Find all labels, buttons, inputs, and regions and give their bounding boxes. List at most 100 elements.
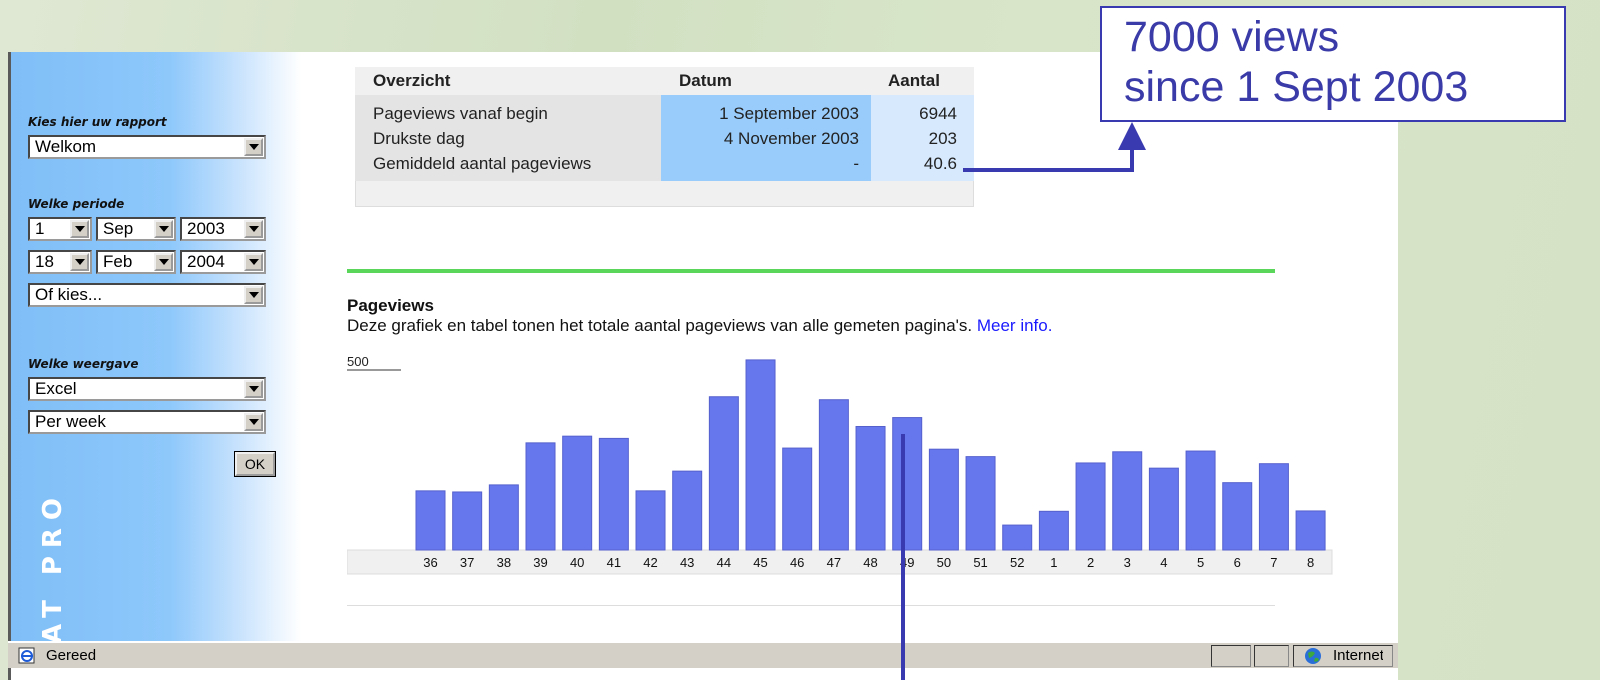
callout-line-2: since 1 Sept 2003 bbox=[1124, 63, 1469, 112]
tick-label: 6 bbox=[1234, 555, 1241, 570]
tick-label: 46 bbox=[790, 555, 804, 570]
tick-label: 37 bbox=[460, 555, 474, 570]
row-count: 6944 bbox=[919, 103, 957, 123]
brand-logo: AT PRO bbox=[33, 490, 73, 644]
row-date: 4 November 2003 bbox=[723, 128, 859, 148]
end-day-select[interactable]: 18 bbox=[28, 250, 92, 274]
tick-label: 43 bbox=[680, 555, 694, 570]
tick-label: 38 bbox=[497, 555, 511, 570]
tick-label: 51 bbox=[973, 555, 987, 570]
bar-week-50 bbox=[928, 448, 959, 551]
ok-button[interactable]: OK bbox=[234, 451, 276, 477]
bar-week-8 bbox=[1295, 510, 1326, 551]
bar-week-43 bbox=[672, 470, 703, 551]
interval-select-value: Per week bbox=[35, 412, 106, 431]
bar-week-48 bbox=[855, 425, 886, 551]
row-label: Gemiddeld aantal pageviews bbox=[373, 153, 592, 173]
tick-label: 49 bbox=[900, 555, 914, 570]
row-count: 40.6 bbox=[923, 153, 957, 173]
tick-label: 52 bbox=[1010, 555, 1024, 570]
bar-week-49 bbox=[892, 417, 923, 551]
end-year-select[interactable]: 2004 bbox=[180, 250, 266, 274]
bar-week-47 bbox=[818, 399, 849, 551]
tick-label: 50 bbox=[937, 555, 951, 570]
chevron-down-icon[interactable] bbox=[154, 253, 173, 271]
bar-week-5 bbox=[1185, 450, 1216, 551]
header-datum: Datum bbox=[679, 71, 732, 90]
bar-week-45 bbox=[745, 359, 776, 551]
start-month-select[interactable]: Sep bbox=[96, 217, 176, 241]
view-select[interactable]: Excel bbox=[28, 377, 266, 401]
bar-week-52 bbox=[1002, 524, 1033, 551]
sidebar: Kies hier uw rapport Welkom Welke period… bbox=[11, 52, 301, 652]
chevron-down-icon[interactable] bbox=[70, 253, 89, 271]
tick-label: 36 bbox=[423, 555, 437, 570]
row-label: Drukste dag bbox=[373, 128, 465, 148]
tick-label: 44 bbox=[717, 555, 731, 570]
preset-select[interactable]: Of kies... bbox=[28, 283, 266, 307]
tick-label: 47 bbox=[827, 555, 841, 570]
chevron-down-icon[interactable] bbox=[154, 220, 173, 238]
chevron-down-icon[interactable] bbox=[244, 286, 263, 304]
row-label: Pageviews vanaf begin bbox=[373, 103, 548, 123]
end-month-select[interactable]: Feb bbox=[96, 250, 176, 274]
chevron-down-icon[interactable] bbox=[244, 220, 263, 238]
tick-label: 42 bbox=[643, 555, 657, 570]
bar-week-36 bbox=[415, 490, 446, 551]
status-cell bbox=[1254, 645, 1289, 667]
chevron-down-icon[interactable] bbox=[244, 413, 263, 431]
period-label: Welke periode bbox=[28, 197, 125, 211]
scale-marker-label: 500 bbox=[347, 354, 369, 369]
header-aantal: Aantal bbox=[888, 71, 940, 90]
start-year-value: 2003 bbox=[187, 219, 225, 238]
chevron-down-icon[interactable] bbox=[244, 253, 263, 271]
ie-page-icon bbox=[18, 647, 35, 664]
pageviews-description: Deze grafiek en tabel tonen het totale a… bbox=[347, 316, 1052, 336]
chevron-down-icon[interactable] bbox=[244, 380, 263, 398]
tick-label: 39 bbox=[533, 555, 547, 570]
view-label: Welke weergave bbox=[28, 357, 139, 371]
globe-icon bbox=[1305, 648, 1321, 664]
bar-week-2 bbox=[1075, 462, 1106, 551]
more-info-link[interactable]: Meer info. bbox=[977, 316, 1053, 335]
tick-label: 1 bbox=[1050, 555, 1057, 570]
start-day-value: 1 bbox=[35, 219, 45, 238]
status-text: Gereed bbox=[46, 647, 97, 664]
tick-label: 5 bbox=[1197, 555, 1204, 570]
section-divider bbox=[347, 269, 1275, 273]
bar-week-4 bbox=[1148, 467, 1179, 551]
callout-line-1: 7000 views bbox=[1124, 13, 1340, 61]
bar-week-40 bbox=[562, 435, 593, 551]
tick-label: 40 bbox=[570, 555, 584, 570]
bar-week-46 bbox=[782, 447, 813, 551]
report-select-value: Welkom bbox=[35, 137, 97, 156]
callout-box: 7000 views since 1 Sept 2003 bbox=[1100, 6, 1566, 122]
tick-label: 8 bbox=[1307, 555, 1314, 570]
start-month-value: Sep bbox=[103, 219, 134, 238]
tick-label: 4 bbox=[1160, 555, 1167, 570]
report-label: Kies hier uw rapport bbox=[28, 115, 167, 129]
view-select-value: Excel bbox=[35, 379, 77, 398]
report-select[interactable]: Welkom bbox=[28, 135, 266, 159]
bar-week-7 bbox=[1258, 463, 1289, 551]
bar-week-6 bbox=[1222, 482, 1253, 551]
description-text: Deze grafiek en tabel tonen het totale a… bbox=[347, 316, 973, 335]
status-cell bbox=[1211, 645, 1251, 667]
start-year-select[interactable]: 2003 bbox=[180, 217, 266, 241]
chevron-down-icon[interactable] bbox=[244, 138, 263, 156]
browser-window: Kies hier uw rapport Welkom Welke period… bbox=[8, 52, 1398, 680]
tick-label: 2 bbox=[1087, 555, 1094, 570]
zone-text: Internet bbox=[1333, 647, 1383, 664]
bottom-divider bbox=[347, 605, 1275, 606]
bar-week-51 bbox=[965, 456, 996, 551]
bar-week-3 bbox=[1112, 451, 1143, 551]
bar-week-39 bbox=[525, 442, 556, 551]
header-overzicht: Overzicht bbox=[373, 71, 451, 90]
bar-week-42 bbox=[635, 490, 666, 551]
chevron-down-icon[interactable] bbox=[70, 220, 89, 238]
row-date: 1 September 2003 bbox=[719, 103, 859, 123]
status-bar: Gereed Internet bbox=[8, 641, 1398, 668]
interval-select[interactable]: Per week bbox=[28, 410, 266, 434]
end-year-value: 2004 bbox=[187, 252, 225, 271]
start-day-select[interactable]: 1 bbox=[28, 217, 92, 241]
